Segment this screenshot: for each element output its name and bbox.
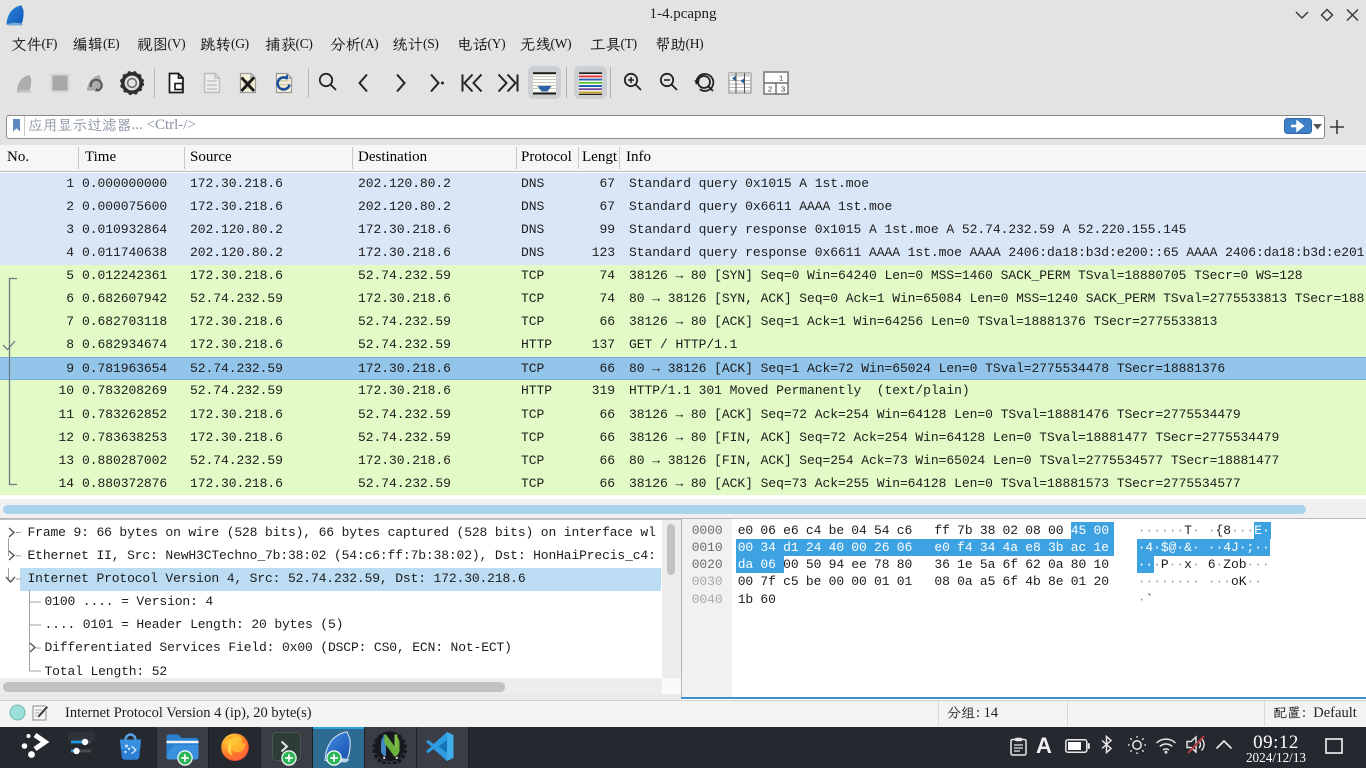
- svg-text:2: 2: [768, 85, 772, 94]
- svg-text:3: 3: [781, 85, 785, 94]
- svg-text:1: 1: [779, 74, 783, 83]
